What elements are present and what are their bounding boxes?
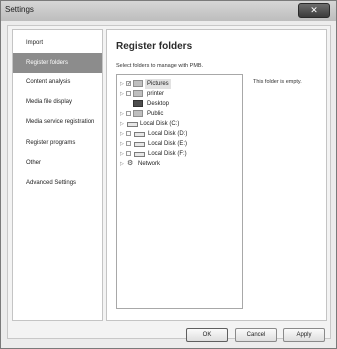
- checkbox-pictures[interactable]: ✓: [126, 81, 131, 87]
- ok-button[interactable]: OK: [186, 328, 228, 342]
- tree-label: Local Disk (E:): [148, 141, 188, 147]
- checkbox-printer[interactable]: [126, 91, 131, 96]
- instruction-text: Select folders to manage with PMB.: [116, 63, 204, 69]
- tree-label: printer: [147, 91, 165, 97]
- sidebar-item-media-file-display[interactable]: Media file display: [13, 92, 102, 112]
- disk-icon: [134, 132, 145, 137]
- page-title: Register folders: [116, 41, 193, 52]
- network-icon: ⚙: [127, 160, 134, 167]
- cancel-button[interactable]: Cancel: [235, 328, 277, 342]
- expand-icon[interactable]: ▷: [120, 159, 125, 169]
- settings-sidebar: Import Register folders Content analysis…: [12, 29, 103, 321]
- checkbox-local-disk-e[interactable]: [126, 141, 131, 146]
- sidebar-item-import[interactable]: Import: [13, 33, 102, 53]
- close-button[interactable]: ✕: [298, 3, 330, 18]
- sidebar-item-content-analysis[interactable]: Content analysis: [13, 72, 102, 92]
- empty-folder-note: This folder is empty.: [253, 79, 302, 85]
- expand-icon[interactable]: ▷: [120, 109, 125, 119]
- sidebar-item-register-folders[interactable]: Register folders: [13, 53, 102, 73]
- tree-label: Local Disk (C:): [140, 121, 180, 127]
- folder-tree[interactable]: ▷ ✓ Pictures ▷ printer Desktop ▷ Public …: [116, 74, 243, 309]
- expand-icon[interactable]: ▷: [120, 79, 125, 89]
- tree-label: Pictures: [145, 79, 171, 89]
- sidebar-item-advanced-settings[interactable]: Advanced Settings: [13, 173, 102, 193]
- folder-icon: [133, 90, 143, 97]
- disk-icon: [127, 122, 138, 127]
- tree-label: Desktop: [147, 101, 170, 107]
- expand-icon[interactable]: ▷: [120, 149, 125, 159]
- window-title: Settings: [5, 5, 34, 14]
- checkbox-local-disk-d[interactable]: [126, 131, 131, 136]
- apply-button[interactable]: Apply: [283, 328, 325, 342]
- tree-label: Public: [147, 111, 164, 117]
- tree-label: Local Disk (D:): [148, 131, 188, 137]
- sidebar-item-media-service-registration[interactable]: Media service registration: [13, 112, 102, 132]
- expand-icon[interactable]: ▷: [120, 139, 125, 149]
- sidebar-item-other[interactable]: Other: [13, 153, 102, 173]
- sidebar-item-register-programs[interactable]: Register programs: [13, 133, 102, 153]
- checkbox-local-disk-f[interactable]: [126, 151, 131, 156]
- title-bar[interactable]: Settings ✕: [1, 1, 336, 21]
- disk-icon: [134, 152, 145, 157]
- folder-icon: [133, 80, 143, 87]
- desktop-icon: [133, 100, 143, 107]
- close-icon: ✕: [310, 5, 318, 15]
- tree-label: Local Disk (F:): [148, 151, 187, 157]
- expand-icon[interactable]: ▷: [120, 129, 125, 139]
- expand-icon[interactable]: ▷: [120, 89, 125, 99]
- checkbox-public[interactable]: [126, 111, 131, 116]
- tree-label: Network: [138, 161, 161, 167]
- disk-icon: [134, 142, 145, 147]
- expand-icon[interactable]: ▷: [120, 119, 125, 129]
- folder-icon: [133, 110, 143, 117]
